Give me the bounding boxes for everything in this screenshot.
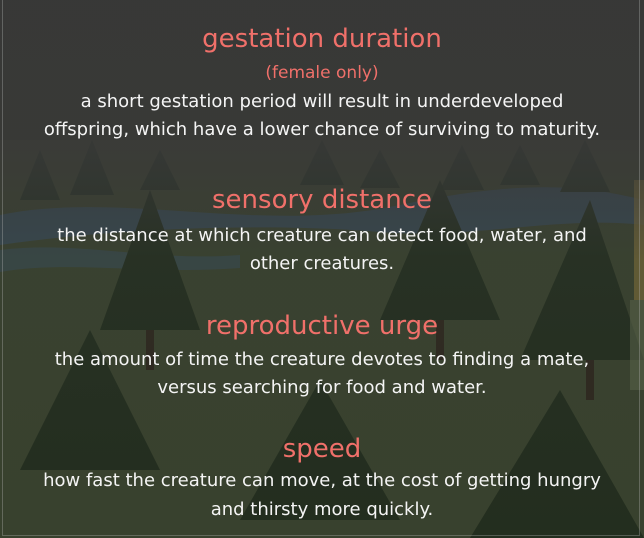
reproductive-urge-heading: reproductive urge	[205, 311, 439, 341]
speed-heading: speed	[282, 434, 362, 464]
gestation-duration-desc-line-1: a short gestation period will result in …	[80, 91, 564, 112]
speed-desc-line-1: how fast the creature can move, at the c…	[43, 470, 601, 491]
gestation-duration-desc-line-2: offspring, which have a lower chance of …	[43, 119, 601, 140]
reproductive-urge-desc-line-1: the amount of time the creature devotes …	[54, 349, 590, 370]
sensory-distance-heading: sensory distance	[212, 185, 432, 215]
trait-info-panel: gestation duration (female only) a short…	[0, 0, 644, 538]
gestation-duration-heading: gestation duration	[202, 24, 442, 54]
sensory-distance-desc-line-2: other creatures.	[249, 253, 395, 274]
female-only-note: (female only)	[265, 63, 379, 83]
sensory-distance-desc-line-1: the distance at which creature can detec…	[57, 225, 587, 246]
reproductive-urge-desc-line-2: versus searching for food and water.	[157, 377, 487, 398]
speed-desc-line-2: and thirsty more quickly.	[210, 499, 434, 520]
